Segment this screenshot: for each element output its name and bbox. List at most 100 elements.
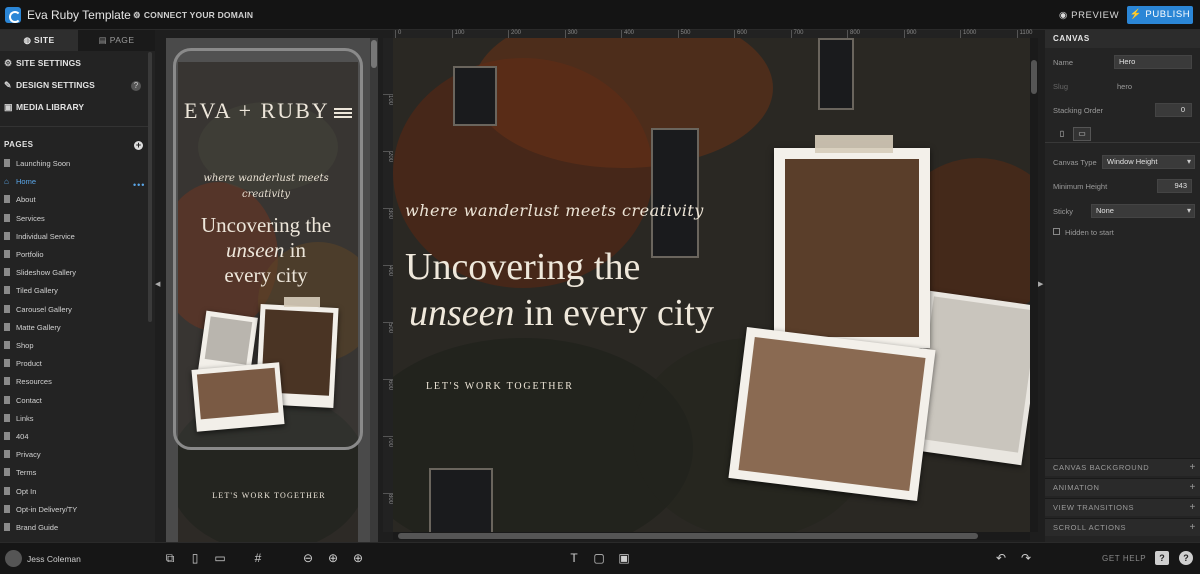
page-item[interactable]: Links (4, 413, 34, 425)
page-options-icon[interactable]: ••• (133, 180, 145, 190)
hero-headline-line1: Uncovering the (405, 246, 641, 288)
site-settings-item[interactable]: ⚙ SITE SETTINGS (4, 58, 81, 69)
page-item[interactable]: Portfolio (4, 249, 44, 261)
page-label: Carousel Gallery (16, 304, 72, 314)
mobile-cta-button[interactable]: LET'S WORK TOGETHER (206, 491, 332, 500)
desktop-device-icon[interactable]: ▭ (212, 551, 228, 565)
add-page-icon[interactable]: + (134, 141, 143, 150)
brush-icon: ✎ (4, 80, 12, 90)
page-item[interactable]: 404 (4, 431, 29, 443)
left-panel: ◍ SITE ▤ PAGE ⚙ SITE SETTINGS ✎ DESIGN SET… (0, 30, 155, 542)
mobile-view-icon[interactable]: ▯ (1053, 127, 1071, 141)
chat-icon[interactable]: ? (1179, 551, 1193, 565)
sticky-select[interactable]: None (1091, 204, 1195, 218)
animation-section[interactable]: ANIMATION + (1045, 478, 1200, 496)
ruler-tick: 1100 (1016, 30, 1032, 38)
min-height-field[interactable]: 943 (1157, 179, 1192, 193)
add-text-icon[interactable]: T (566, 551, 582, 565)
page-item[interactable]: Matte Gallery (4, 322, 61, 334)
canvas-horizontal-scroll-thumb[interactable] (398, 533, 978, 539)
view-transitions-section[interactable]: VIEW TRANSITIONS + (1045, 498, 1200, 516)
app-logo-icon[interactable] (5, 7, 21, 23)
page-icon (4, 268, 10, 277)
ruler-tick: 600 (383, 379, 393, 393)
tape (284, 297, 320, 307)
canvas-vertical-scroll-thumb[interactable] (1031, 60, 1037, 94)
hero-tagline: where wanderlust meets creativity (405, 201, 704, 220)
ruler-tick: 0 (395, 30, 401, 38)
hidden-to-start-checkbox[interactable] (1053, 228, 1060, 235)
hero-cta-button[interactable]: LET'S WORK TOGETHER (426, 381, 574, 392)
ruler-tick: 400 (621, 30, 634, 38)
page-icon (4, 486, 10, 495)
redo-icon[interactable]: ↷ (1018, 551, 1034, 565)
page-item[interactable]: Launching Soon (4, 158, 70, 170)
mobile-device-icon[interactable]: ▯ (187, 551, 203, 565)
page-item[interactable]: Terms (4, 467, 36, 479)
tab-page-label: PAGE (109, 35, 135, 45)
desktop-canvas[interactable]: where wanderlust meets creativity Uncove… (393, 38, 1030, 532)
page-label: Contact (16, 395, 42, 405)
page-icon (4, 359, 10, 368)
page-item[interactable]: Privacy (4, 449, 41, 461)
zoom-out-icon[interactable]: ⊖ (300, 551, 316, 565)
page-label: Terms (16, 468, 37, 478)
eye-icon: ◉ (1059, 10, 1072, 21)
window (818, 38, 854, 110)
page-item[interactable]: Resources (4, 376, 52, 388)
preview-button[interactable]: ◉ PREVIEW (1059, 10, 1119, 21)
mobile-scroll-thumb[interactable] (371, 40, 377, 68)
canvas-type-select[interactable]: Window Height (1102, 155, 1195, 169)
top-bar: Eva Ruby Template ⚙ CONNECT YOUR DOMAIN ◉… (0, 0, 1200, 30)
add-shape-icon[interactable]: ▢ (591, 551, 607, 565)
page-item[interactable]: Carousel Gallery (4, 304, 72, 316)
stacking-order-field[interactable]: 0 (1155, 103, 1192, 117)
desktop-view-icon[interactable]: ▭ (1073, 127, 1091, 141)
page-item[interactable]: Tiled Gallery (4, 285, 58, 297)
page-item[interactable]: Contact (4, 395, 42, 407)
mobile-scrollbar[interactable] (370, 38, 378, 542)
grid-icon[interactable]: # (250, 551, 266, 565)
page-item[interactable]: Product (4, 358, 42, 370)
collapse-left-icon[interactable]: ◀ (155, 280, 160, 288)
connect-domain-button[interactable]: ⚙ CONNECT YOUR DOMAIN (133, 10, 256, 21)
design-settings-item[interactable]: ✎ DESIGN SETTINGS (4, 80, 95, 91)
undo-icon[interactable]: ↶ (993, 551, 1009, 565)
get-help-label[interactable]: GET HELP (1102, 554, 1146, 563)
ruler-tick: 400 (383, 265, 393, 279)
canvas-vertical-scrollbar[interactable] (1030, 38, 1038, 532)
section-label: CANVAS BACKGROUND (1053, 463, 1150, 472)
zoom-reset-icon[interactable]: ⊕ (325, 551, 341, 565)
left-scrollbar[interactable] (148, 52, 152, 322)
page-label: Individual Service (16, 231, 75, 241)
page-label: Links (16, 413, 34, 423)
collapse-right-icon[interactable]: ▶ (1038, 280, 1043, 288)
page-item[interactable]: Slideshow Gallery (4, 267, 76, 279)
canvas-background-section[interactable]: CANVAS BACKGROUND + (1045, 458, 1200, 476)
scroll-actions-section[interactable]: SCROLL ACTIONS + (1045, 518, 1200, 536)
page-item[interactable]: Services (4, 213, 45, 225)
page-item[interactable]: Shop (4, 340, 34, 352)
page-item[interactable]: Individual Service (4, 231, 75, 243)
desktop-mobile-view-icon[interactable]: ⧉ (162, 551, 178, 566)
page-item[interactable]: ⌂ Home (4, 176, 36, 188)
add-image-icon[interactable]: ▣ (616, 551, 632, 565)
zoom-in-icon[interactable]: ⊕ (350, 551, 366, 565)
media-library-item[interactable]: ▣ MEDIA LIBRARY (4, 102, 84, 113)
page-label: Portfolio (16, 250, 44, 259)
help-docs-icon[interactable]: ? (1155, 551, 1169, 565)
name-field[interactable]: Hero (1114, 55, 1192, 69)
help-icon[interactable]: ? (131, 81, 141, 91)
photo-camera (728, 326, 936, 502)
tab-site[interactable]: ◍ SITE (0, 30, 78, 51)
page-item[interactable]: Brand Guide (4, 522, 58, 534)
publish-button[interactable]: ⚡ PUBLISH (1127, 6, 1193, 24)
avatar[interactable] (5, 550, 22, 567)
tab-page[interactable]: ▤ PAGE (78, 30, 155, 51)
mobile-headline-italic: unseen (226, 238, 285, 262)
ruler-tick: 500 (383, 322, 393, 336)
page-item[interactable]: Opt In (4, 486, 36, 498)
menu-icon[interactable] (334, 108, 352, 118)
page-item[interactable]: About (4, 194, 36, 206)
page-item[interactable]: Opt-in Delivery/TY (4, 504, 77, 516)
